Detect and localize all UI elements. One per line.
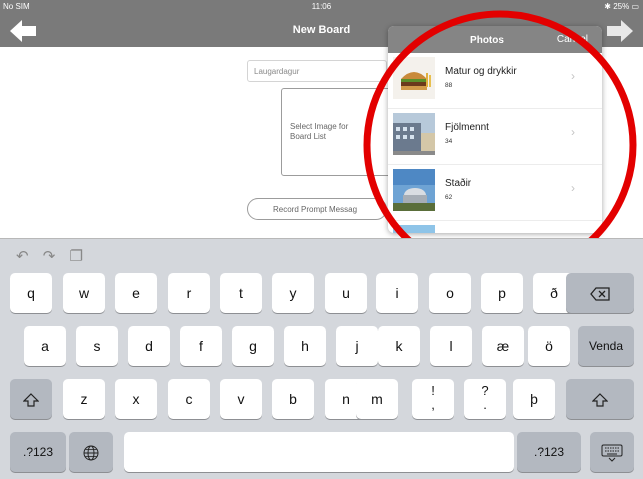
key-c[interactable]: c: [168, 379, 210, 419]
key-d[interactable]: d: [128, 326, 170, 366]
record-prompt-button[interactable]: Record Prompt Messag: [247, 198, 387, 220]
shift-key-left[interactable]: [10, 379, 52, 419]
album-count: 88: [445, 82, 453, 89]
bluetooth-icon: ✱: [604, 2, 611, 11]
key-w[interactable]: w: [63, 273, 105, 313]
dismiss-keyboard-key[interactable]: [590, 432, 634, 472]
album-name: Staðir: [445, 178, 472, 189]
key-l[interactable]: l: [430, 326, 472, 366]
keyboard-dismiss-icon: [601, 444, 623, 463]
select-image-button[interactable]: Select Image for Board List: [281, 88, 391, 176]
redo-icon[interactable]: ↷: [43, 247, 56, 265]
status-bar: No SIM 11:06 ✱ 25% ▭: [0, 0, 643, 14]
key-o-umlaut[interactable]: ö: [528, 326, 570, 366]
key-ae[interactable]: æ: [482, 326, 524, 366]
chevron-right-icon: ›: [571, 69, 575, 83]
keyboard-toolbar: ↶ ↷ ❐: [16, 247, 93, 269]
key-i[interactable]: i: [376, 273, 418, 313]
key-g[interactable]: g: [232, 326, 274, 366]
globe-key[interactable]: [69, 432, 113, 472]
select-image-label: Select Image for Board List: [290, 122, 349, 141]
popover-header: Photos Cancel: [388, 26, 602, 53]
album-row-next[interactable]: [388, 221, 602, 233]
album-row-culture[interactable]: Fjölmennt 34 ›: [388, 109, 602, 165]
album-thumbnail: [393, 113, 435, 155]
key-v[interactable]: v: [220, 379, 262, 419]
chevron-right-icon: ›: [571, 125, 575, 139]
key-x[interactable]: x: [115, 379, 157, 419]
photos-popover: Photos Cancel Matur og drykkir 88 › Fjöl…: [388, 26, 602, 233]
album-count: 62: [445, 194, 453, 201]
undo-icon[interactable]: ↶: [16, 247, 29, 265]
shift-icon: [591, 393, 609, 407]
battery-label: ✱ 25% ▭: [604, 2, 639, 11]
album-thumbnail: [393, 57, 435, 99]
paste-icon[interactable]: ❐: [70, 247, 83, 265]
key-p[interactable]: p: [481, 273, 523, 313]
key-e[interactable]: e: [115, 273, 157, 313]
album-count: 34: [445, 138, 453, 145]
key-z[interactable]: z: [63, 379, 105, 419]
numbers-key-right[interactable]: .?123: [517, 432, 581, 472]
album-name: Matur og drykkir: [445, 66, 517, 77]
globe-icon: [83, 445, 99, 461]
shift-icon: [22, 393, 40, 407]
key-r[interactable]: r: [168, 273, 210, 313]
clock: 11:06: [311, 2, 332, 11]
cancel-button[interactable]: Cancel: [557, 34, 588, 45]
key-u[interactable]: u: [325, 273, 367, 313]
key-j[interactable]: j: [336, 326, 378, 366]
backspace-icon: [590, 287, 610, 301]
key-f[interactable]: f: [180, 326, 222, 366]
chevron-right-icon: ›: [571, 181, 575, 195]
battery-icon: ▭: [631, 2, 639, 11]
space-bar[interactable]: [124, 432, 514, 472]
key-o[interactable]: o: [429, 273, 471, 313]
backspace-key[interactable]: [566, 273, 634, 313]
album-row-food[interactable]: Matur og drykkir 88 ›: [388, 53, 602, 109]
board-name-field[interactable]: Laugardagur: [247, 60, 387, 82]
key-b[interactable]: b: [272, 379, 314, 419]
shift-key-right[interactable]: [566, 379, 634, 419]
album-name: Fjölmennt: [445, 122, 489, 133]
numbers-key-left[interactable]: .?123: [10, 432, 66, 472]
key-k[interactable]: k: [378, 326, 420, 366]
key-y[interactable]: y: [272, 273, 314, 313]
album-row-places[interactable]: Staðir 62 ›: [388, 165, 602, 221]
onscreen-keyboard: ↶ ↷ ❐ q w e r t y u i o p ð a s d f g h …: [0, 238, 643, 479]
key-m[interactable]: m: [356, 379, 398, 419]
album-thumbnail: [393, 225, 435, 233]
key-s[interactable]: s: [76, 326, 118, 366]
key-t[interactable]: t: [220, 273, 262, 313]
key-question-period[interactable]: ? .: [464, 379, 506, 419]
key-exclaim-comma[interactable]: ! ,: [412, 379, 454, 419]
return-key[interactable]: Venda: [578, 326, 634, 366]
key-q[interactable]: q: [10, 273, 52, 313]
key-a[interactable]: a: [24, 326, 66, 366]
album-thumbnail: [393, 169, 435, 211]
key-thorn[interactable]: þ: [513, 379, 555, 419]
key-h[interactable]: h: [284, 326, 326, 366]
